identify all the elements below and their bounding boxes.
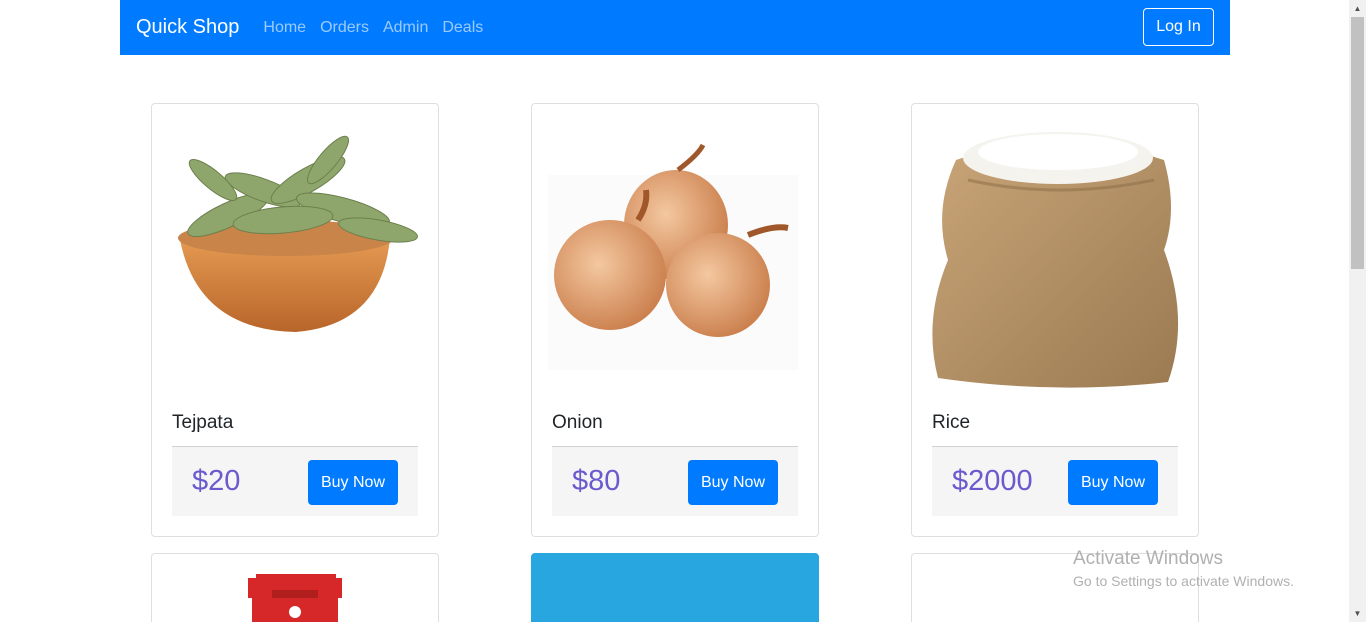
brand-link[interactable]: Quick Shop [136,16,239,39]
activation-watermark-title: Activate Windows [1073,548,1223,569]
product-card-partial [531,553,819,622]
product-card-rice: Rice $2000 Buy Now [911,103,1199,537]
nav-link-deals[interactable]: Deals [442,19,483,37]
page: Quick Shop Home Orders Admin Deals Log I… [0,0,1366,622]
product-image-rice[interactable] [928,120,1184,390]
login-button[interactable]: Log In [1143,8,1214,46]
product-footer: $80 Buy Now [552,446,798,516]
activation-watermark-subtitle: Go to Settings to activate Windows. [1073,573,1294,589]
navbar: Quick Shop Home Orders Admin Deals Log I… [120,0,1230,55]
rice-sack-icon [932,132,1179,388]
onion-icon [548,143,798,370]
product-price: $80 [572,465,621,497]
product-image-bay-leaves[interactable] [168,120,424,390]
bay-leaves-bowl-icon [178,135,418,332]
nav-link-admin[interactable]: Admin [383,19,428,37]
nav-link-home[interactable]: Home [263,19,306,37]
product-name: Onion [552,412,603,433]
product-footer: $2000 Buy Now [932,446,1178,516]
product-name: Rice [932,412,971,433]
product-price: $2000 [952,465,1033,497]
nav-link-orders[interactable]: Orders [320,19,369,37]
product-card-partial [151,553,439,622]
scrollbar[interactable]: ▲ ▼ [1349,0,1366,622]
scroll-thumb[interactable] [1351,17,1364,269]
red-product-icon [248,574,342,622]
product-card-tejpata: Tejpata $20 Buy Now [151,103,439,537]
product-name: Tejpata [172,412,234,433]
product-footer: $20 Buy Now [172,446,418,516]
product-card-onion: Onion $80 Buy Now [531,103,819,537]
buy-now-button[interactable]: Buy Now [688,460,778,505]
scroll-down-arrow-icon[interactable]: ▼ [1349,605,1366,622]
buy-now-button[interactable]: Buy Now [308,460,398,505]
buy-now-button[interactable]: Buy Now [1068,460,1158,505]
product-image-onion[interactable] [548,120,804,390]
product-price: $20 [192,465,241,497]
scroll-up-arrow-icon[interactable]: ▲ [1349,0,1366,17]
